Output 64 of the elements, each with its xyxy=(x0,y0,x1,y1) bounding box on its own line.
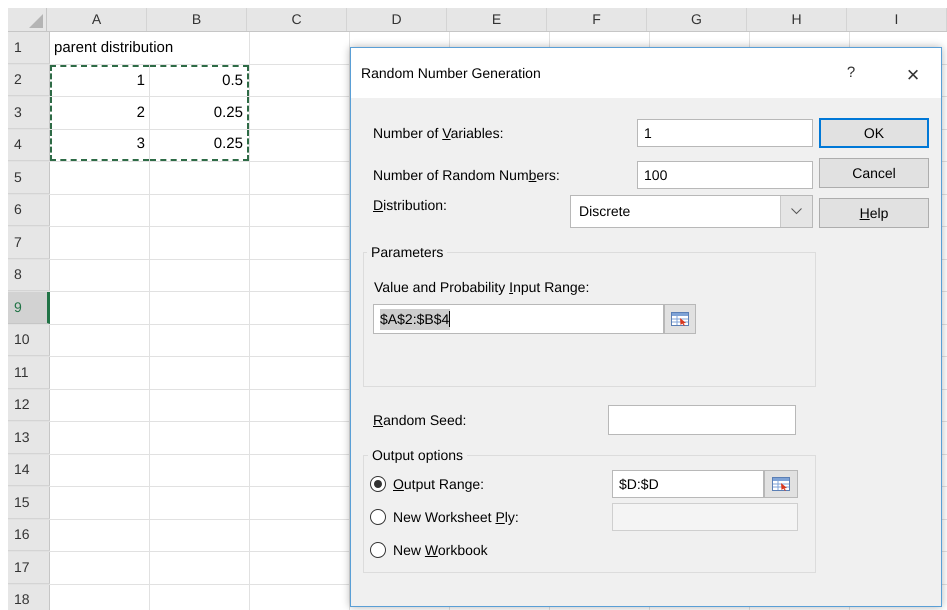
input-field[interactable]: 1 xyxy=(637,119,813,147)
radio-option[interactable]: New Worksheet Ply: xyxy=(370,506,519,528)
column-header[interactable]: H xyxy=(791,9,802,30)
input-field[interactable]: $A$2:$B$4 xyxy=(373,304,664,334)
dialog-button[interactable]: Help xyxy=(819,198,929,228)
column-header[interactable]: G xyxy=(691,9,702,30)
help-button[interactable]: ? xyxy=(831,58,871,88)
dropdown[interactable]: Discrete xyxy=(570,195,813,228)
radio-button[interactable] xyxy=(370,542,386,558)
column-header[interactable]: E xyxy=(492,9,502,30)
field-label: Value and Probability Input Range: xyxy=(373,278,590,297)
column-header[interactable]: I xyxy=(894,9,898,30)
close-button[interactable]: × xyxy=(893,58,933,88)
field-label: Number of Random Numbers: xyxy=(373,166,560,184)
row-header[interactable]: 12 xyxy=(8,390,50,421)
column-header[interactable]: C xyxy=(291,9,302,30)
table-cell-text: parent distribution xyxy=(53,38,174,58)
range-picker-button[interactable] xyxy=(664,304,696,334)
row-header[interactable]: 17 xyxy=(8,552,50,584)
column-header[interactable]: D xyxy=(391,9,402,30)
dialog-button[interactable]: Cancel xyxy=(819,158,929,188)
radio-button[interactable] xyxy=(370,476,386,492)
dialog-button[interactable]: OK xyxy=(819,118,929,148)
range-picker-icon xyxy=(671,312,689,326)
column-header[interactable]: A xyxy=(92,9,102,30)
range-picker-icon xyxy=(772,477,790,491)
field-label: Number of Variables: xyxy=(373,124,504,142)
input-field[interactable] xyxy=(608,405,796,435)
row-header[interactable]: 16 xyxy=(8,520,50,551)
radio-option[interactable]: New Workbook xyxy=(370,540,488,560)
row-header[interactable]: 4 xyxy=(8,130,50,161)
table-cell: 0.5 xyxy=(150,64,249,96)
row-header[interactable]: 10 xyxy=(8,324,50,356)
row-header[interactable]: 11 xyxy=(8,357,50,388)
field-label: Random Seed: xyxy=(373,410,466,430)
radio-button[interactable] xyxy=(370,509,386,525)
row-header[interactable]: 1 xyxy=(8,32,50,64)
row-header[interactable]: 15 xyxy=(8,487,50,518)
input-field[interactable]: 100 xyxy=(637,161,813,189)
range-picker-button[interactable] xyxy=(764,470,798,498)
input-field[interactable]: $D:$D xyxy=(612,470,764,498)
row-header[interactable]: 5 xyxy=(8,162,50,194)
column-header[interactable]: F xyxy=(592,9,601,30)
field-label: Distribution: xyxy=(373,196,447,215)
row-header[interactable]: 18 xyxy=(8,584,50,610)
row-header[interactable]: 6 xyxy=(8,194,50,226)
table-cell: 3 xyxy=(50,130,149,161)
group-label: Output options xyxy=(371,446,464,465)
group-label: Parameters xyxy=(370,243,444,262)
row-header[interactable]: 7 xyxy=(8,227,50,258)
chevron-down-icon xyxy=(791,208,802,215)
window-title: Random Number Generation xyxy=(361,64,541,82)
row-header[interactable]: 9 xyxy=(8,292,50,324)
row-header[interactable]: 2 xyxy=(8,64,50,96)
row-header[interactable]: 8 xyxy=(8,260,50,291)
row-header[interactable]: 14 xyxy=(8,454,50,486)
table-cell: 0.25 xyxy=(150,130,249,161)
table-cell: 2 xyxy=(50,97,149,128)
column-header[interactable]: B xyxy=(192,9,202,30)
row-header[interactable]: 13 xyxy=(8,422,50,454)
table-cell: 1 xyxy=(50,64,149,96)
row-header[interactable]: 3 xyxy=(8,97,50,128)
table-cell: 0.25 xyxy=(150,97,249,128)
radio-option[interactable]: Output Range: xyxy=(370,474,484,494)
